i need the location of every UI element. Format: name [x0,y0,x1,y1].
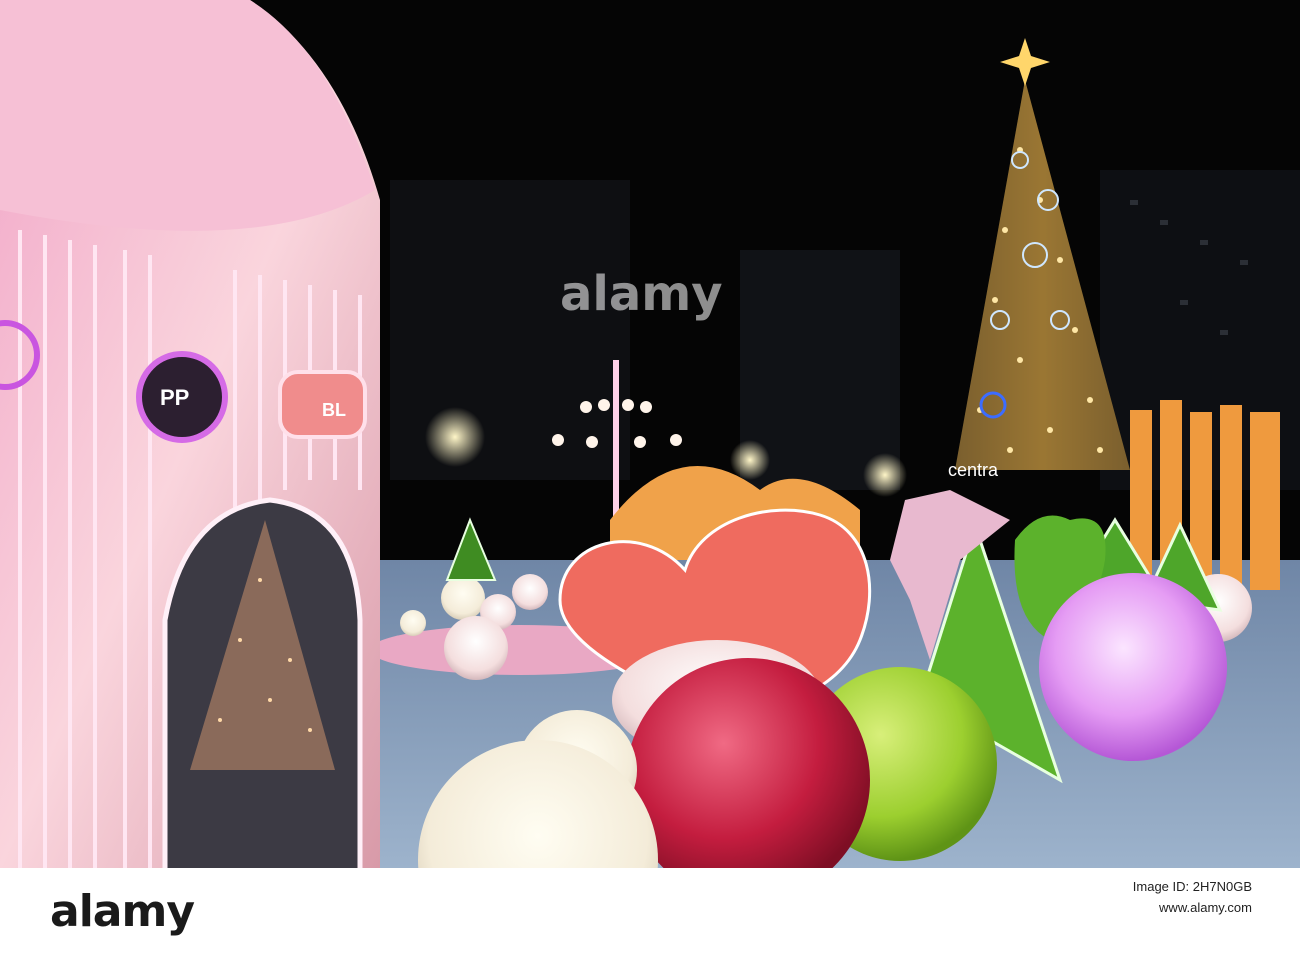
neon-sign-star-text: PP [160,385,189,410]
ball-bg-5 [444,616,508,680]
light-glow-1 [425,407,485,467]
center-watermark: alamy [560,266,723,322]
footer-brand-logo: alamy [50,886,195,937]
ball-purple [1039,573,1227,761]
ball-bg-4 [400,610,426,636]
light-glow-3 [730,440,770,480]
image-id-label: Image ID: 2H7N0GB [1132,879,1252,894]
ball-bg-2 [512,574,548,610]
footer-strip: alamy Image ID: 2H7N0GB www.alamy.com [0,868,1300,957]
ball-bg-1 [441,576,485,620]
footer-info: Image ID: 2H7N0GB www.alamy.com [1133,878,1252,915]
neon-sign-bl-text: BL [322,400,346,420]
holiday-decor-photo: centra PP BL alamy [0,0,1300,868]
light-glow-2 [863,453,907,497]
footer-url: www.alamy.com [1159,900,1252,915]
tree-sign: centra [948,460,999,480]
